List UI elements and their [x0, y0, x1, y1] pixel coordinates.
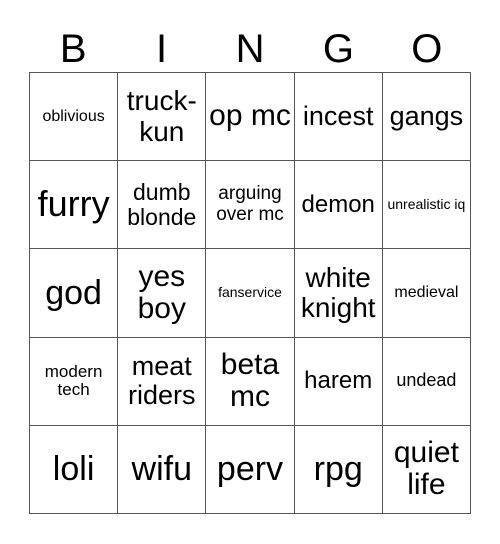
- header-letter-g: G: [322, 27, 354, 71]
- bingo-cell[interactable]: op mc: [206, 73, 295, 162]
- bingo-cell[interactable]: yes boy: [118, 249, 207, 338]
- bingo-cell[interactable]: white knight: [294, 249, 383, 338]
- bingo-cell[interactable]: fanservice: [206, 249, 295, 338]
- bingo-cell[interactable]: beta mc: [206, 337, 295, 426]
- bingo-cell[interactable]: dumb blonde: [118, 161, 207, 250]
- bingo-cell[interactable]: furry: [30, 161, 119, 250]
- bingo-cell[interactable]: gangs: [382, 73, 471, 162]
- bingo-cell[interactable]: demon: [294, 161, 383, 250]
- bingo-grid: oblivious truck-kun op mc incest gangs furry d…: [29, 72, 471, 514]
- bingo-cell[interactable]: incest: [294, 73, 383, 162]
- bingo-cell[interactable]: modern tech: [30, 337, 119, 426]
- bingo-cell[interactable]: perv: [206, 425, 295, 514]
- bingo-cell[interactable]: quiet life: [382, 425, 471, 514]
- bingo-cell[interactable]: unrealistic iq: [382, 161, 471, 250]
- header-letter-o: O: [411, 27, 443, 71]
- bingo-cell[interactable]: arguing over mc: [206, 161, 295, 250]
- header-letter-i: I: [156, 27, 168, 71]
- bingo-cell[interactable]: undead: [382, 337, 471, 426]
- bingo-cell[interactable]: medieval: [382, 249, 471, 338]
- bingo-cell[interactable]: harem: [294, 337, 383, 426]
- bingo-cell[interactable]: wifu: [118, 425, 207, 514]
- bingo-cell[interactable]: rpg: [294, 425, 383, 514]
- bingo-cell[interactable]: meat riders: [118, 337, 207, 426]
- header-letter-b: B: [59, 27, 87, 71]
- bingo-header: B I N G O: [29, 26, 471, 72]
- header-letter-n: N: [235, 27, 265, 71]
- bingo-cell[interactable]: god: [30, 249, 119, 338]
- bingo-cell[interactable]: loli: [30, 425, 119, 514]
- bingo-cell[interactable]: oblivious: [30, 73, 119, 162]
- bingo-cell[interactable]: truck-kun: [118, 73, 207, 162]
